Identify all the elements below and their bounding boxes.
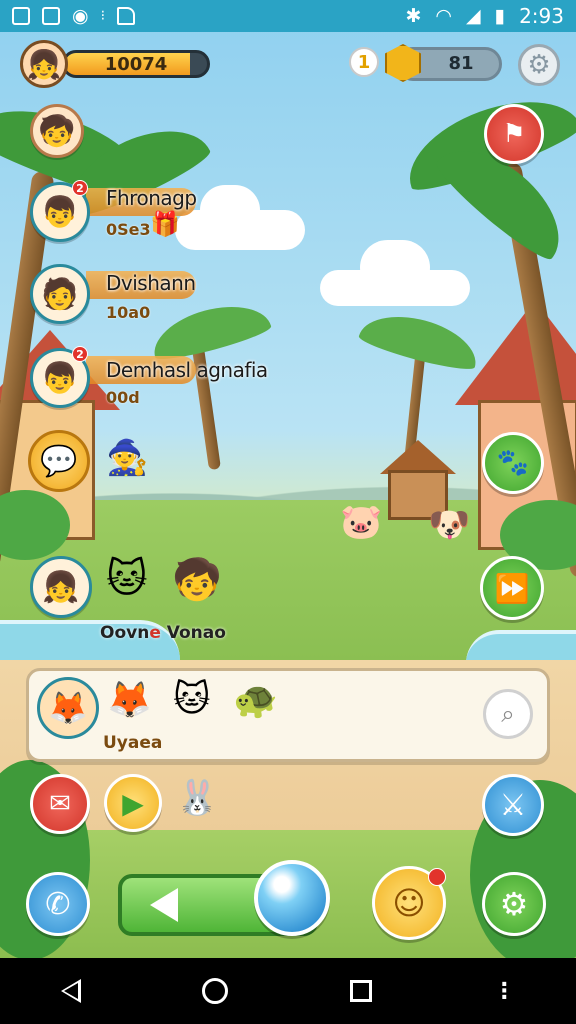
- pet-button[interactable]: 🐾: [482, 432, 544, 494]
- phone-button[interactable]: ✆: [26, 872, 90, 936]
- hut-roof: [380, 440, 456, 474]
- friend-score: 00d: [106, 388, 140, 407]
- info-button[interactable]: 1: [349, 47, 379, 77]
- friend-score: 0Se3: [106, 220, 151, 239]
- player-avatar[interactable]: 👧: [20, 40, 68, 88]
- notification-badge: [428, 868, 446, 886]
- signal-icon: ◢: [465, 5, 481, 27]
- clock: 2:93: [519, 4, 564, 28]
- battery-icon: ▮: [494, 5, 506, 27]
- search-icon[interactable]: ⌕: [483, 689, 533, 739]
- slider-knob[interactable]: [254, 860, 330, 936]
- settings-gear-icon[interactable]: ⚙: [518, 44, 560, 86]
- friend-avatar[interactable]: 🧑: [30, 264, 90, 324]
- file-icon: [117, 7, 136, 25]
- notification-badge: 2: [72, 346, 88, 362]
- gift-icon[interactable]: 🎁: [150, 210, 180, 238]
- back-icon[interactable]: [60, 979, 81, 1003]
- settings-gear-icon[interactable]: ⚙: [482, 872, 546, 936]
- notification-icon: [12, 7, 30, 25]
- friend-score: 10a0: [106, 303, 151, 322]
- turtle-character-icon[interactable]: 🐢: [233, 679, 278, 721]
- dog-npc-icon[interactable]: 🐶: [428, 505, 470, 545]
- panel-label: Uyaea: [103, 733, 163, 753]
- group-label-text: Oovn: [100, 623, 150, 643]
- fox-character-icon[interactable]: 🦊: [107, 679, 152, 721]
- more-icon[interactable]: ⋮: [493, 979, 515, 1004]
- chat-bubble-button[interactable]: 💬: [28, 430, 90, 492]
- battle-swords-button[interactable]: ⚔: [482, 774, 544, 836]
- cloud: [200, 185, 260, 235]
- shield-icon: ◉: [72, 5, 89, 27]
- pig-npc-icon[interactable]: 🐷: [340, 502, 382, 542]
- wizard-npc-icon[interactable]: 🧙: [106, 438, 148, 478]
- home-icon[interactable]: [202, 978, 229, 1004]
- cat-character-icon[interactable]: 🐱: [173, 679, 211, 720]
- friends-panel: 🦊 🦊 🐱 🐢 Uyaea ⌕: [26, 668, 550, 762]
- image-icon: [42, 7, 60, 25]
- xp-value: 10074: [104, 53, 168, 75]
- play-button[interactable]: ▶: [104, 774, 162, 832]
- cat-character-icon[interactable]: 🐱: [106, 556, 148, 602]
- back-arrow-icon: [150, 888, 178, 922]
- boy-character-icon[interactable]: 🧒: [172, 556, 222, 603]
- status-bar: ◉ ⁝ ✱ ◠ ◢ ▮ 2:93: [0, 0, 576, 32]
- navigation-bar: ⋮: [0, 958, 576, 1024]
- group-label: Oovne Vonao: [100, 623, 226, 643]
- group-label-highlight: e: [149, 623, 161, 643]
- friend-name[interactable]: Dvishann: [106, 271, 196, 295]
- notification-badge: 2: [72, 180, 88, 196]
- friend-name[interactable]: Fhronagp: [106, 186, 197, 210]
- fast-forward-button[interactable]: ⏩: [480, 556, 544, 620]
- villager-npc-icon[interactable]: 🐰: [176, 778, 218, 818]
- recent-apps-icon[interactable]: [349, 980, 372, 1002]
- friend-avatar-top[interactable]: 🧒: [30, 104, 84, 158]
- vibrate-icon: ✱: [405, 5, 422, 27]
- dots-icon: ⁝: [100, 8, 106, 24]
- wifi-icon: ◠: [435, 5, 452, 27]
- group-avatar[interactable]: 👧: [30, 556, 92, 618]
- cloud: [360, 240, 430, 295]
- xp-bar: 10074: [62, 50, 210, 78]
- friend-name[interactable]: Demhasl agnafia: [106, 358, 268, 382]
- alert-button[interactable]: ⚑: [484, 104, 544, 164]
- mail-button[interactable]: ✉: [30, 774, 90, 834]
- palm-leaves: [146, 295, 274, 365]
- coin-value: 81: [448, 52, 474, 74]
- group-label-text: Vonao: [160, 623, 226, 643]
- panel-avatar[interactable]: 🦊: [37, 677, 99, 739]
